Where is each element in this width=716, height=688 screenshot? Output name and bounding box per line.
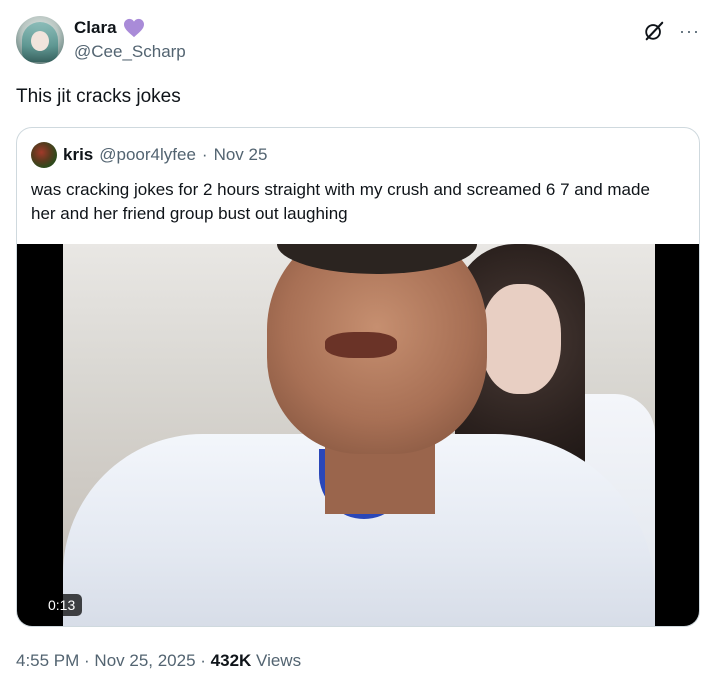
- quoted-tweet-date: Nov 25: [213, 145, 268, 164]
- tweet-meta: 4:55 PM · Nov 25, 2025 · 432K Views: [16, 651, 301, 671]
- tweet-time[interactable]: 4:55 PM: [16, 651, 79, 670]
- author-avatar[interactable]: [16, 16, 64, 64]
- separator-dot: ·: [201, 145, 208, 164]
- header-actions: ···: [643, 20, 700, 42]
- background-person-face: [481, 284, 561, 394]
- grok-icon[interactable]: [643, 20, 665, 42]
- more-options-icon[interactable]: ···: [679, 22, 700, 40]
- views-label: Views: [251, 651, 302, 670]
- quoted-author-avatar: [31, 142, 57, 168]
- tweet-header: Clara @Cee_Scharp ···: [16, 16, 700, 68]
- views-count: 432K: [210, 651, 252, 670]
- quoted-author-name: kris: [63, 145, 94, 164]
- author-display-name[interactable]: Clara: [74, 18, 117, 38]
- foreground-person-mouth: [325, 332, 397, 358]
- video-player[interactable]: 0:13: [17, 244, 699, 626]
- tweet-date[interactable]: Nov 25, 2025: [94, 651, 195, 670]
- quoted-tweet-text: was cracking jokes for 2 hours straight …: [31, 180, 650, 223]
- quoted-author-handle: @poor4lyfee: [99, 145, 196, 164]
- purple-heart-icon: [123, 18, 145, 38]
- tweet-text: This jit cracks jokes: [16, 86, 181, 107]
- quoted-tweet-header: kris @poor4lyfee · Nov 25: [31, 142, 267, 168]
- author-handle[interactable]: @Cee_Scharp: [74, 42, 186, 62]
- meta-separator: ·: [195, 651, 211, 670]
- author-name-row: Clara: [74, 18, 145, 38]
- quoted-tweet[interactable]: kris @poor4lyfee · Nov 25 was cracking j…: [16, 127, 700, 627]
- avatar-face: [31, 31, 49, 51]
- video-frame: [63, 244, 655, 626]
- meta-separator: ·: [79, 651, 95, 670]
- video-duration-badge: 0:13: [41, 594, 83, 616]
